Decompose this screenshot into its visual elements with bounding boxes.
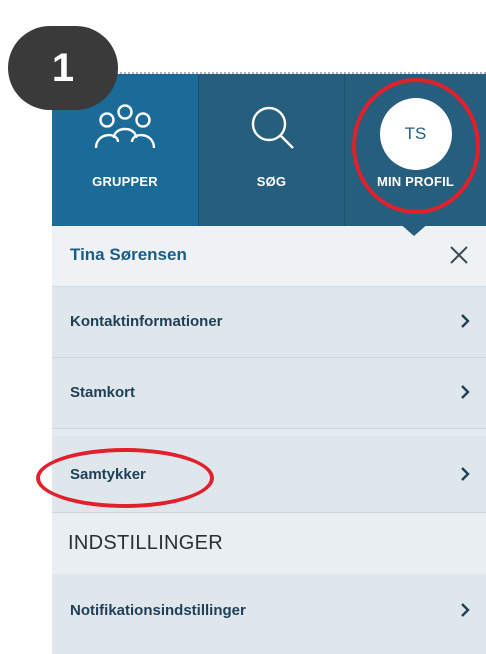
chevron-right-icon	[461, 314, 470, 328]
top-navigation-bar: GRUPPER SØG TS MIN PROFIL	[52, 74, 486, 226]
chevron-right-icon	[461, 385, 470, 399]
close-icon[interactable]	[444, 240, 474, 270]
screenshot-stage: 1 GRUPPER SØG TS MIN PROFIL Tina Sørense…	[0, 0, 486, 654]
group-people-icon	[94, 104, 156, 149]
menu-item-kontaktinformationer[interactable]: Kontaktinformationer	[52, 287, 486, 358]
search-icon	[251, 106, 294, 149]
settings-section-header: INDSTILLINGER	[52, 514, 486, 574]
tab-min-profil[interactable]: TS MIN PROFIL	[344, 74, 486, 226]
menu-item-label: Samtykker	[70, 466, 146, 483]
avatar: TS	[379, 98, 452, 170]
tab-soeg[interactable]: SØG	[198, 74, 344, 226]
tab-soeg-label: SØG	[256, 174, 287, 189]
tab-min-profil-label: MIN PROFIL	[376, 174, 455, 189]
menu-item-label: Stamkort	[70, 384, 136, 401]
profile-user-name: Tina Sørensen	[70, 245, 187, 264]
chevron-right-icon	[461, 467, 470, 481]
chevron-right-icon	[461, 603, 470, 617]
tab-grupper-label: GRUPPER	[92, 174, 158, 189]
profile-menu-panel: Tina Sørensen Kontaktinformationer Stamk…	[52, 226, 486, 654]
active-tab-pointer	[398, 222, 430, 236]
menu-item-label: Notifikationsindstillinger	[70, 602, 246, 619]
menu-item-samtykker[interactable]: Samtykker	[52, 436, 486, 513]
settings-section-title: INDSTILLINGER	[68, 532, 224, 554]
menu-item-notifikationsindstillinger[interactable]: Notifikationsindstillinger	[52, 574, 486, 654]
step-number-badge: 1	[8, 26, 118, 110]
menu-item-label: Kontaktinformationer	[70, 313, 223, 330]
menu-item-stamkort[interactable]: Stamkort	[52, 358, 486, 429]
